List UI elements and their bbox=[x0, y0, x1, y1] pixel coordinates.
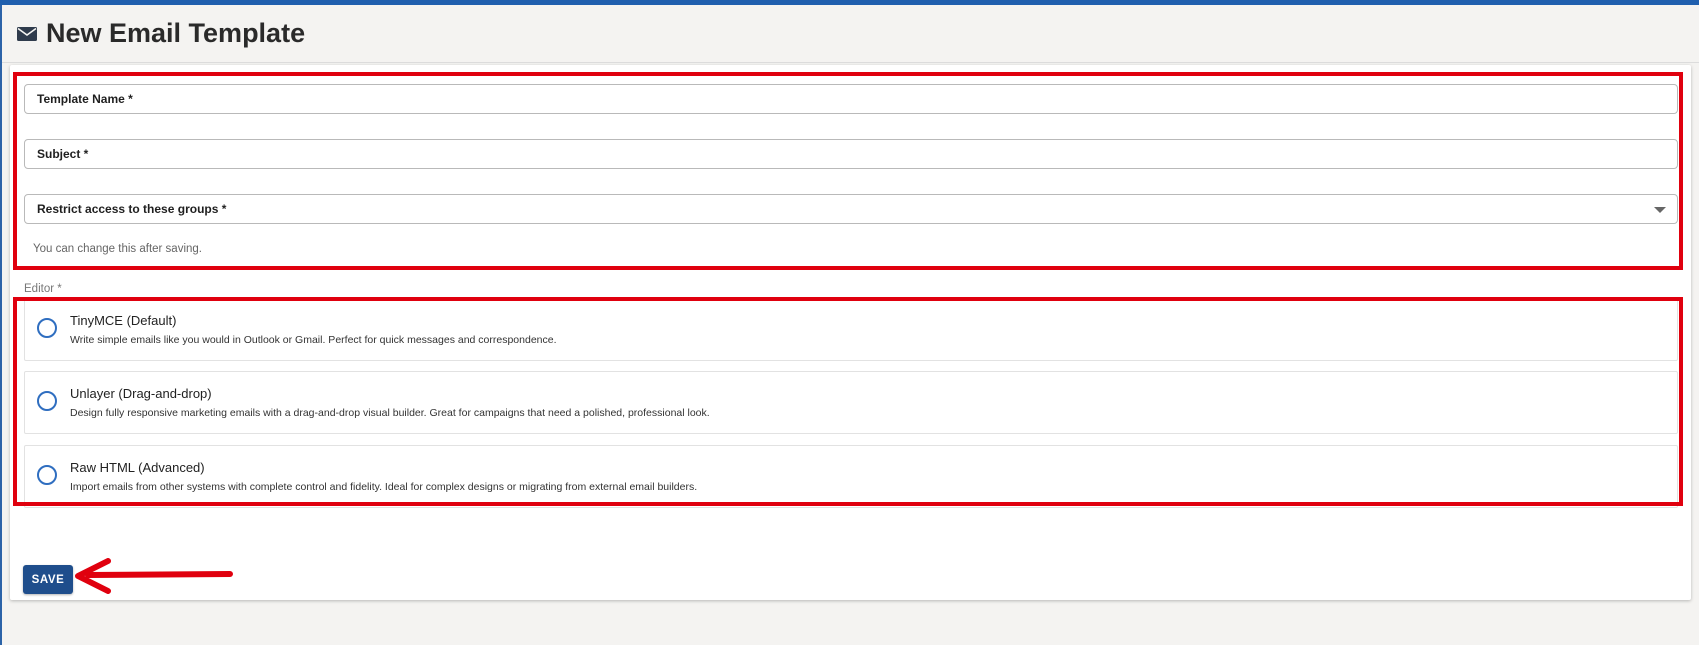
radio-icon[interactable] bbox=[37, 391, 57, 411]
groups-helper-text: You can change this after saving. bbox=[33, 243, 202, 255]
editor-option-title: Raw HTML (Advanced) bbox=[70, 460, 205, 475]
editor-option-description: Write simple emails like you would in Ou… bbox=[70, 334, 557, 346]
page-header: New Email Template bbox=[2, 5, 1699, 63]
page-title: New Email Template bbox=[46, 18, 306, 48]
chevron-down-icon[interactable] bbox=[1654, 207, 1666, 213]
editor-option-tinymce[interactable]: TinyMCE (Default) Write simple emails li… bbox=[24, 298, 1678, 361]
editor-option-description: Import emails from other systems with co… bbox=[70, 481, 698, 493]
template-name-label: Template Name * bbox=[37, 92, 133, 106]
groups-select[interactable]: Restrict access to these groups * bbox=[24, 194, 1678, 224]
save-button[interactable]: SAVE bbox=[23, 565, 73, 594]
left-accent-edge bbox=[0, 5, 2, 645]
editor-option-description: Design fully responsive marketing emails… bbox=[70, 407, 710, 419]
form-card: Template Name * Subject * Restrict acces… bbox=[10, 65, 1691, 600]
editor-option-title: TinyMCE (Default) bbox=[70, 313, 177, 328]
editor-label: Editor * bbox=[24, 283, 62, 295]
envelope-icon bbox=[17, 26, 37, 42]
template-name-input[interactable]: Template Name * bbox=[24, 84, 1678, 114]
editor-option-title: Unlayer (Drag-and-drop) bbox=[70, 386, 212, 401]
subject-input[interactable]: Subject * bbox=[24, 139, 1678, 169]
subject-label: Subject * bbox=[37, 147, 89, 161]
groups-label: Restrict access to these groups * bbox=[37, 202, 227, 216]
editor-option-raw-html[interactable]: Raw HTML (Advanced) Import emails from o… bbox=[24, 445, 1678, 508]
radio-icon[interactable] bbox=[37, 465, 57, 485]
radio-icon[interactable] bbox=[37, 318, 57, 338]
editor-option-unlayer[interactable]: Unlayer (Drag-and-drop) Design fully res… bbox=[24, 371, 1678, 434]
